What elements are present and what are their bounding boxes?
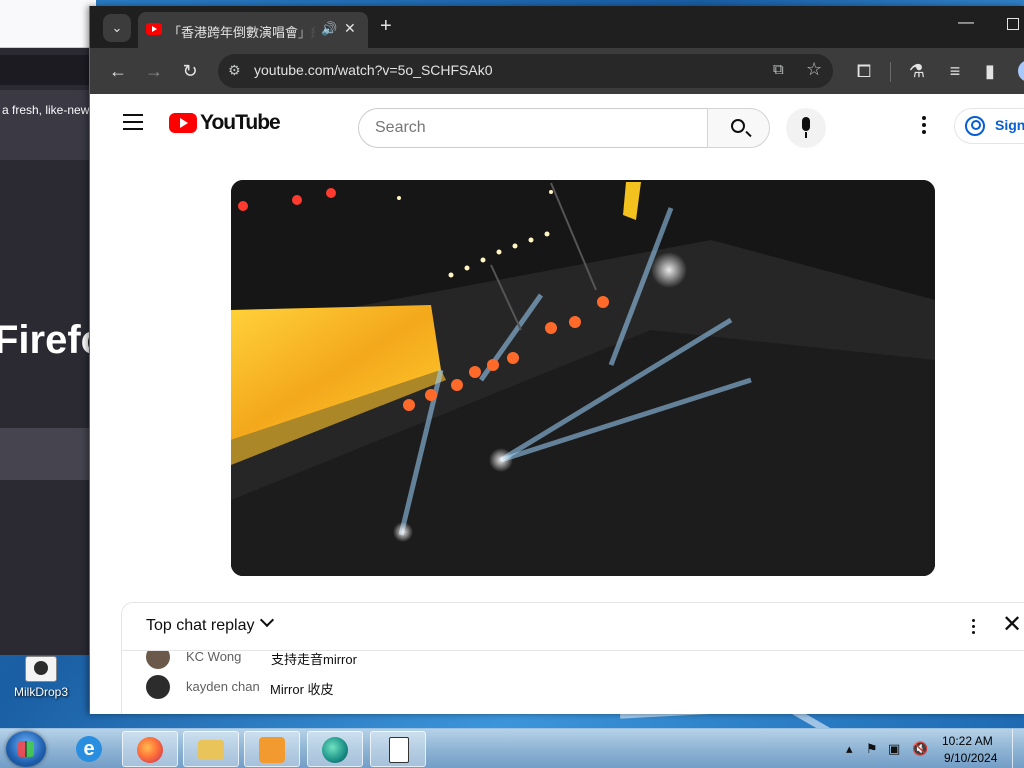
search-button[interactable] bbox=[707, 108, 770, 148]
side-panel-icon[interactable]: ▮ bbox=[978, 59, 1002, 83]
tab-strip: ⌄ 「香港跨年倒數演唱會」線上 🔊 ✕ + — bbox=[90, 6, 1024, 48]
media-player-icon bbox=[259, 737, 285, 763]
address-bar[interactable]: ⚙ youtube.com/watch?v=5o_SCHFSAk0 ⧉ ☆ bbox=[218, 54, 833, 88]
avatar[interactable] bbox=[146, 675, 170, 699]
bookmark-star-icon[interactable]: ☆ bbox=[806, 59, 822, 80]
chat-author[interactable]: kayden chan bbox=[186, 679, 260, 694]
toolbar-separator bbox=[890, 62, 891, 82]
show-desktop-button[interactable] bbox=[1012, 729, 1024, 768]
youtube-favicon-icon bbox=[146, 23, 162, 35]
firefox-heading: Firefo bbox=[0, 318, 96, 362]
taskbar-app-chrome[interactable] bbox=[307, 731, 363, 767]
chevron-down-icon[interactable] bbox=[259, 612, 275, 628]
microphone-icon bbox=[802, 117, 810, 131]
labs-flask-icon[interactable]: ⚗ bbox=[905, 59, 929, 83]
chrome-window: ⌄ 「香港跨年倒數演唱會」線上 🔊 ✕ + — ← → ↻ ⚙ youtube.… bbox=[89, 6, 1024, 714]
forward-arrow-icon[interactable]: → bbox=[142, 59, 166, 83]
install-app-icon[interactable]: ⧉ bbox=[773, 61, 784, 78]
firefox-background-window[interactable]: a fresh, like-new Firefo bbox=[0, 0, 96, 655]
tab-close-icon[interactable]: ✕ bbox=[344, 20, 356, 37]
app-circle-icon bbox=[322, 737, 348, 763]
taskbar-app-file-explorer[interactable] bbox=[183, 731, 239, 767]
profile-avatar-icon[interactable] bbox=[1018, 60, 1024, 82]
back-arrow-icon[interactable]: ← bbox=[106, 59, 130, 83]
show-hidden-icons-icon[interactable]: ▴ bbox=[846, 741, 853, 757]
firefox-promo-text: a fresh, like-new bbox=[2, 103, 90, 117]
live-chat-panel: Top chat replay ✕ KC Wong 支持走音mirror kay… bbox=[121, 602, 1024, 714]
settings-kebab-icon[interactable] bbox=[922, 116, 926, 137]
search-icon bbox=[731, 119, 745, 133]
calculator-app-icon bbox=[389, 737, 409, 763]
youtube-play-icon bbox=[169, 113, 197, 133]
youtube-page: YouTube Search Sign Top chat replay ✕ KC… bbox=[90, 94, 1024, 714]
chat-text: Mirror 收皮 bbox=[270, 682, 334, 697]
firefox-panel bbox=[0, 428, 96, 480]
reload-icon[interactable]: ↻ bbox=[178, 59, 202, 83]
tab-search-button[interactable]: ⌄ bbox=[103, 14, 131, 42]
speaker-icon[interactable]: 🔊 bbox=[321, 21, 337, 37]
clock-time[interactable]: 10:22 AM bbox=[942, 734, 993, 748]
taskbar-app-firefox[interactable] bbox=[122, 731, 178, 767]
chat-close-icon[interactable]: ✕ bbox=[1002, 611, 1022, 639]
chat-header: Top chat replay ✕ bbox=[122, 603, 1024, 651]
chat-mode-dropdown[interactable]: Top chat replay bbox=[146, 617, 255, 635]
firefox-toolbar bbox=[0, 55, 96, 85]
taskbar-app-calculator[interactable] bbox=[370, 731, 426, 767]
firefox-promo-banner bbox=[0, 90, 96, 160]
sign-in-label: Sign bbox=[995, 117, 1024, 133]
volume-muted-icon[interactable]: 🔇 bbox=[912, 741, 928, 757]
media-controls-icon[interactable]: ≡ bbox=[943, 59, 967, 83]
desktop-icon-milkdrop[interactable]: MilkDrop3 bbox=[5, 656, 77, 699]
menu-icon[interactable] bbox=[123, 114, 143, 130]
milkdrop-icon bbox=[25, 656, 57, 682]
account-icon bbox=[965, 116, 985, 136]
browser-toolbar: ← → ↻ ⚙ youtube.com/watch?v=5o_SCHFSAk0 … bbox=[90, 48, 1024, 94]
taskbar-app-internet-explorer[interactable]: e bbox=[62, 731, 118, 767]
url-text[interactable]: youtube.com/watch?v=5o_SCHFSAk0 bbox=[254, 62, 493, 78]
voice-search-button[interactable] bbox=[786, 108, 826, 148]
chat-author[interactable]: KC Wong bbox=[186, 651, 241, 664]
search-input[interactable]: Search bbox=[358, 108, 708, 148]
action-center-flag-icon[interactable]: ⚑ bbox=[866, 741, 878, 757]
video-player[interactable] bbox=[231, 180, 935, 576]
sign-in-button[interactable]: Sign bbox=[954, 108, 1024, 144]
clock-date[interactable]: 9/10/2024 bbox=[944, 751, 997, 765]
network-icon[interactable]: ▣ bbox=[888, 741, 900, 757]
new-tab-button[interactable]: + bbox=[380, 16, 392, 36]
folder-icon bbox=[198, 740, 224, 760]
youtube-logo-text: YouTube bbox=[200, 111, 281, 134]
chat-message: kayden chan Mirror 收皮 bbox=[146, 675, 1024, 699]
firefox-titlebar bbox=[0, 0, 96, 48]
search-placeholder: Search bbox=[375, 119, 426, 136]
tab-youtube[interactable]: 「香港跨年倒數演唱會」線上 🔊 ✕ bbox=[138, 12, 368, 48]
internet-explorer-icon: e bbox=[76, 736, 102, 762]
minimize-button[interactable]: — bbox=[958, 14, 974, 32]
youtube-logo[interactable]: YouTube bbox=[169, 111, 281, 135]
start-button[interactable] bbox=[6, 731, 46, 767]
tab-title: 「香港跨年倒數演唱會」線上 bbox=[168, 25, 316, 40]
taskbar: e ▴ ⚑ ▣ 🔇 10:22 AM 9/10/2024 bbox=[0, 728, 1024, 768]
taskbar-app-media-player[interactable] bbox=[244, 731, 300, 767]
desktop-icon-label: MilkDrop3 bbox=[13, 685, 68, 699]
system-tray: ▴ ⚑ ▣ 🔇 10:22 AM 9/10/2024 bbox=[842, 729, 1024, 768]
site-info-icon[interactable]: ⚙ bbox=[228, 62, 241, 79]
chat-more-icon[interactable] bbox=[972, 619, 976, 637]
microphone-stand bbox=[805, 132, 807, 138]
concert-video-frame bbox=[231, 180, 935, 576]
chat-text: 支持走音mirror bbox=[271, 652, 357, 667]
firefox-icon bbox=[137, 737, 163, 763]
maximize-button[interactable] bbox=[1007, 18, 1019, 30]
extensions-icon[interactable]: ⧠ bbox=[852, 59, 876, 83]
